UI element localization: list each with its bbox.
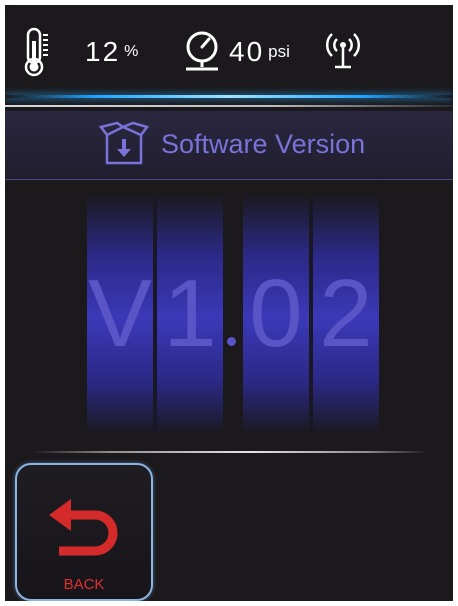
footer-divider: [31, 451, 427, 453]
version-display: V 1 0 2: [5, 181, 453, 439]
status-bar: 12% 40 psi: [5, 5, 453, 107]
version-digit: 0: [243, 195, 309, 433]
humidity-value: 12: [85, 36, 121, 67]
status-divider: [5, 105, 453, 107]
pressure-value: 40: [229, 36, 265, 67]
version-digit: 1: [155, 195, 223, 433]
pressure-gauge-icon: [182, 27, 222, 77]
screen: 12% 40 psi Software Version V 1 0 2 BACK: [5, 5, 453, 601]
back-arrow-icon: [45, 493, 123, 574]
thermometer-icon: [23, 27, 51, 77]
wireless-signal-icon: [325, 27, 361, 77]
version-digit: 2: [311, 195, 379, 433]
version-digit: V: [87, 195, 153, 433]
pressure-readout: 40 psi: [229, 27, 290, 77]
version-separator: [227, 337, 236, 346]
back-button[interactable]: BACK: [15, 463, 153, 601]
humidity-readout: 12%: [85, 27, 138, 77]
pressure-unit: psi: [268, 42, 290, 61]
page-title: Software Version: [161, 129, 366, 159]
humidity-unit: %: [124, 43, 139, 60]
status-divider-glow: [5, 95, 453, 98]
download-box-icon: [97, 121, 150, 174]
back-button-label: BACK: [63, 576, 105, 593]
title-band: Software Version: [5, 111, 453, 180]
